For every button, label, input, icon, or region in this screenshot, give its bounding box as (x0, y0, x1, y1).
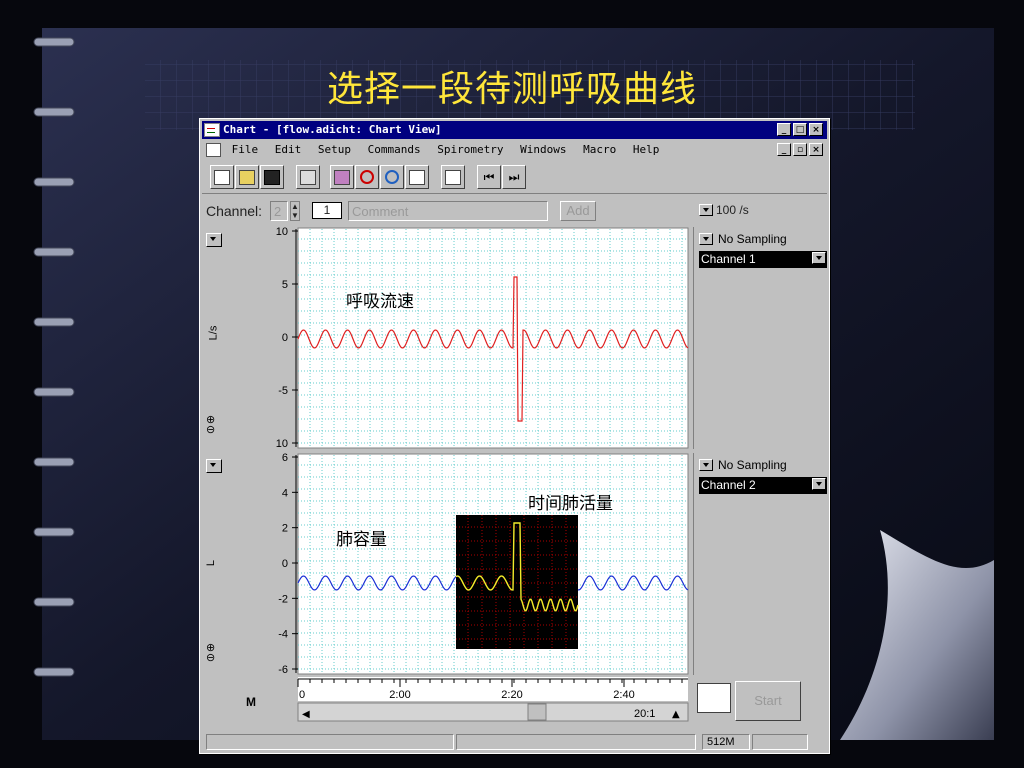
y-tick-label: -6 (278, 664, 288, 675)
zoom-view-icon[interactable] (330, 165, 354, 189)
y-tick-label: 0 (282, 332, 288, 344)
y-tick-label: 10 (276, 438, 288, 449)
window-titlebar[interactable]: Chart - [flow.adicht: Chart View] _ □ × (202, 121, 827, 139)
open-folder-icon[interactable] (235, 165, 259, 189)
data-pad-icon[interactable] (405, 165, 429, 189)
channel-spinner[interactable]: ▲ ▼ (290, 201, 300, 221)
maximize-button[interactable]: □ (793, 123, 807, 136)
start-panel: Start (693, 677, 827, 729)
menu-setup[interactable]: Setup (318, 143, 351, 156)
y-tick-label: 6 (282, 453, 288, 464)
menu-edit[interactable]: Edit (275, 143, 302, 156)
y-tick-label: 4 (282, 487, 288, 499)
scroll-left-icon: ◀ (302, 709, 310, 720)
status-left (206, 734, 454, 750)
channel2-sampling: No Sampling (718, 458, 787, 472)
plot-area (297, 227, 689, 449)
doc-close-button[interactable]: × (809, 143, 823, 156)
channel2-sampling-dropdown[interactable] (699, 459, 713, 471)
channel1-plot[interactable]: 10 5 0 -5 10 (202, 227, 690, 449)
channel1-side-panel: No Sampling Channel 1 (693, 227, 828, 449)
menu-spirometry[interactable]: Spirometry (437, 143, 503, 156)
channel-label: Channel: (206, 203, 263, 219)
save-disk-icon[interactable] (260, 165, 284, 189)
doc-restore-button[interactable]: ▫ (793, 143, 807, 156)
document-icon[interactable] (206, 143, 221, 157)
magnifier-icon[interactable] (355, 165, 379, 189)
y-tick-label: -4 (278, 629, 288, 641)
add-comment-button[interactable]: Add (560, 201, 596, 221)
status-mid (456, 734, 696, 750)
slide-title: 选择一段待测呼吸曲线 (326, 69, 697, 110)
time-tick-label: 2:00 (389, 689, 410, 701)
time-tick-label: 0 (299, 689, 305, 701)
time-tick-label: 2:20 (501, 689, 522, 701)
status-bar: 512M (202, 733, 827, 751)
horizontal-scrollbar[interactable] (297, 702, 689, 722)
start-button[interactable]: Start (735, 681, 801, 721)
y-tick-label: -2 (278, 593, 288, 605)
flow-annotation: 呼吸流速 (346, 292, 414, 312)
minimize-button[interactable]: _ (777, 123, 791, 136)
rate-dropdown-button[interactable] (699, 204, 713, 216)
notebook-icon[interactable] (441, 165, 465, 189)
y-tick-label: -5 (278, 385, 288, 397)
menu-help[interactable]: Help (633, 143, 660, 156)
channel1-sampling: No Sampling (718, 232, 787, 246)
channel2-plot[interactable]: 6 4 2 0 -2 -4 -6 (202, 453, 690, 675)
volume-annotation: 肺容量 (336, 530, 387, 550)
menu-file[interactable]: File (232, 143, 259, 156)
menu-macro[interactable]: Macro (583, 143, 616, 156)
toolbar: ⏮ ⏭ (202, 163, 827, 194)
chevron-down-icon (812, 478, 826, 490)
jump-start-icon[interactable]: ⏮ (477, 165, 501, 189)
chart-window: Chart - [flow.adicht: Chart View] _ □ × … (199, 118, 830, 754)
marker-panel: M (202, 677, 292, 729)
jump-end-icon[interactable]: ⏭ (502, 165, 526, 189)
channel1-sampling-dropdown[interactable] (699, 233, 713, 245)
status-right (752, 734, 808, 750)
window-title: Chart - [flow.adicht: Chart View] (223, 123, 442, 136)
comment-input[interactable]: Comment (348, 201, 548, 221)
channel2-side-panel: No Sampling Channel 2 (693, 453, 828, 675)
channel2-select-value: Channel 2 (701, 478, 756, 492)
menu-bar: File Edit Setup Commands Spirometry Wind… (202, 141, 827, 159)
y-tick-label: 5 (282, 279, 288, 291)
menu-windows[interactable]: Windows (520, 143, 566, 156)
comment-number: 1 (312, 202, 342, 219)
chart-app-icon (204, 123, 220, 137)
print-icon[interactable] (296, 165, 320, 189)
doc-minimize-button[interactable]: _ (777, 143, 791, 156)
link-icon[interactable] (380, 165, 404, 189)
y-tick-label: 10 (276, 227, 288, 238)
channel-bar: Channel: 2 ▲ ▼ 1 Comment Add 100 /s (202, 199, 827, 223)
memory-status: 512M (702, 734, 750, 750)
chevron-down-icon (812, 252, 826, 264)
time-axis: 0 2:00 2:20 2:40 ◀ 20:1 ▲ (297, 677, 689, 722)
chart-view-icon[interactable] (210, 165, 234, 189)
scroll-thumb (527, 703, 547, 721)
close-button[interactable]: × (809, 123, 823, 136)
channel1-select[interactable]: Channel 1 (699, 251, 827, 268)
channel-number-field[interactable]: 2 (270, 201, 288, 221)
time-tick-label: 2:40 (613, 689, 634, 701)
channel2-select[interactable]: Channel 2 (699, 477, 827, 494)
sample-rate: 100 /s (716, 203, 749, 217)
channel1-select-value: Channel 1 (701, 252, 756, 266)
y-tick-label: 2 (282, 523, 288, 535)
marker-button[interactable]: M (246, 695, 256, 709)
y-tick-label: 0 (282, 558, 288, 570)
zoom-up-icon: ▲ (672, 709, 680, 720)
zoom-ratio: 20:1 (634, 708, 655, 720)
menu-commands[interactable]: Commands (368, 143, 421, 156)
fvc-annotation: 时间肺活量 (528, 494, 613, 514)
sampling-icon[interactable] (697, 683, 731, 713)
